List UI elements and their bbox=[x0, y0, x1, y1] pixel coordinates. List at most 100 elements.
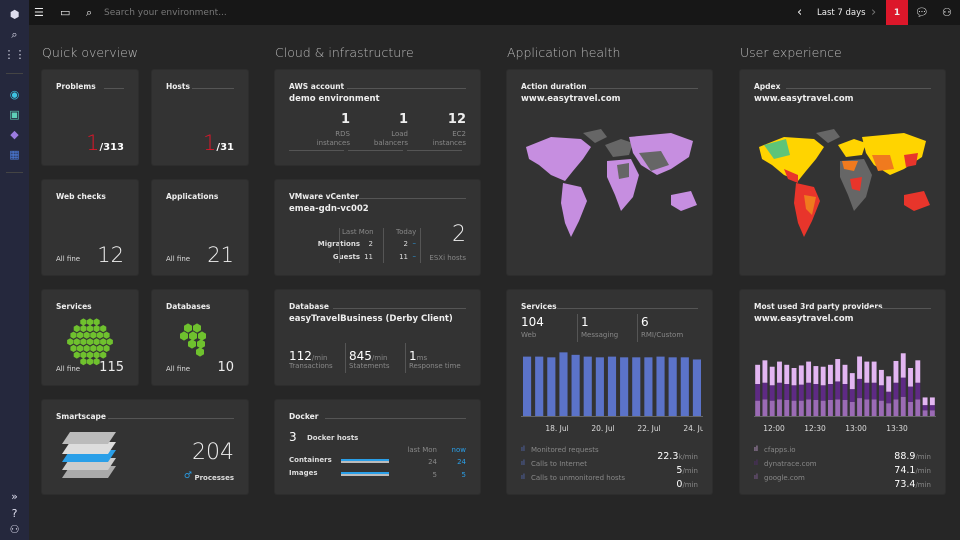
dynatrace-logo-icon[interactable]: ⬢ bbox=[7, 7, 22, 22]
services-chart-tile[interactable]: Services 18. Jul20. Jul22. Jul24. Jul 10… bbox=[507, 290, 712, 494]
stacked-bar-segment bbox=[842, 384, 848, 400]
stacked-bar-segment bbox=[864, 399, 870, 416]
service-bar bbox=[680, 357, 689, 416]
status-text: All fine bbox=[166, 365, 191, 373]
esxi-hosts-label: ESXi hosts bbox=[429, 254, 466, 262]
problems-badge[interactable]: 1 bbox=[886, 0, 908, 25]
stacked-bar-segment bbox=[900, 353, 906, 378]
aws-stat-value: 12 bbox=[447, 112, 466, 127]
services-count: 115 bbox=[99, 360, 124, 375]
stacked-bar-segment bbox=[755, 384, 761, 401]
migrations-today: 2 bbox=[403, 240, 408, 248]
smartscape-layers-icon bbox=[62, 432, 116, 478]
service-bar bbox=[547, 357, 556, 416]
legend-chart-icon: ıl bbox=[521, 459, 525, 467]
metric-label: Monitored requests bbox=[531, 446, 599, 454]
service-stat-label: RMI/Custom bbox=[641, 331, 684, 339]
services-tile[interactable]: Services All fine 115 bbox=[42, 290, 138, 385]
dashboard-icon[interactable]: ▦ bbox=[7, 147, 22, 162]
stacked-bar-segment bbox=[791, 385, 797, 401]
search-input[interactable] bbox=[104, 5, 404, 20]
search-icon[interactable]: ⌕ bbox=[7, 27, 22, 42]
divider bbox=[6, 172, 23, 173]
aws-stat-value: 1 bbox=[340, 112, 350, 127]
stacked-bar-segment bbox=[908, 386, 913, 402]
col-last-mon: last Mon bbox=[407, 446, 437, 454]
stacked-bar-segment bbox=[798, 365, 804, 385]
tile-title: Services bbox=[56, 302, 92, 311]
applications-count: 21 bbox=[207, 243, 234, 267]
db-stat-unit: /min bbox=[311, 354, 328, 362]
x-tick-label: 20. Jul bbox=[591, 424, 614, 433]
stacked-bar-segment bbox=[762, 382, 768, 400]
stacked-bar-segment bbox=[915, 360, 921, 383]
apdex-tile[interactable]: Apdex www.easytravel.com bbox=[740, 70, 945, 275]
stacked-bar-segment bbox=[813, 400, 819, 416]
vcenter-name: emea-gdn-vc002 bbox=[289, 204, 369, 214]
infrastructure-icon[interactable]: ◉ bbox=[7, 87, 22, 102]
problems-tile[interactable]: Problems 1/313 bbox=[42, 70, 138, 165]
user-icon[interactable]: ⚇ bbox=[942, 0, 952, 25]
db-stat-value: 1 bbox=[409, 349, 417, 363]
services-cube-icon[interactable]: ◆ bbox=[7, 127, 22, 142]
monitor-icon[interactable]: ▭ bbox=[60, 0, 70, 25]
stacked-bar-segment bbox=[842, 364, 848, 384]
hosts-tile[interactable]: Hosts 1/31 bbox=[152, 70, 248, 165]
legend-chart-icon: ıl bbox=[754, 459, 758, 467]
processes-label: Processes bbox=[194, 474, 234, 482]
stacked-bar-segment bbox=[849, 389, 855, 402]
chat-icon[interactable]: 💬︎ bbox=[915, 0, 929, 25]
stacked-bar-segment bbox=[835, 399, 841, 416]
divider bbox=[577, 314, 578, 342]
stacked-bar-segment bbox=[922, 410, 928, 416]
site-name: www.easytravel.com bbox=[754, 94, 854, 104]
containers-bar bbox=[341, 459, 389, 463]
divider bbox=[345, 343, 346, 373]
stacked-bar-segment bbox=[835, 381, 841, 400]
aws-stat-value: 1 bbox=[398, 112, 408, 127]
process-icon: ♂ bbox=[183, 471, 192, 481]
site-name: www.easytravel.com bbox=[521, 94, 621, 104]
service-bar bbox=[559, 352, 568, 416]
action-duration-tile[interactable]: Action duration www.easytravel.com bbox=[507, 70, 712, 275]
stacked-bar-segment bbox=[820, 366, 826, 386]
next-timeframe-button[interactable]: › bbox=[871, 0, 876, 25]
applications-tile[interactable]: Applications All fine 21 bbox=[152, 180, 248, 275]
applications-icon[interactable]: ▣ bbox=[7, 107, 22, 122]
user-icon[interactable]: ⚇ bbox=[7, 522, 22, 537]
service-bar bbox=[523, 356, 532, 416]
timeframe-selector[interactable]: Last 7 days bbox=[817, 0, 866, 25]
service-stat-value: 1 bbox=[581, 315, 589, 329]
aws-stat-label: Load bbox=[391, 130, 408, 138]
apps-grid-icon[interactable]: ⋮⋮ bbox=[4, 47, 26, 62]
databases-tile[interactable]: Databases All fine 10 bbox=[152, 290, 248, 385]
containers-label: Containers bbox=[289, 456, 332, 464]
stacked-bar-segment bbox=[777, 382, 782, 400]
web-checks-tile[interactable]: Web checks All fine 12 bbox=[42, 180, 138, 275]
x-tick-label: 22. Jul bbox=[637, 424, 660, 433]
site-name: www.easytravel.com bbox=[754, 314, 854, 324]
service-bar bbox=[656, 356, 665, 416]
expand-icon[interactable]: » bbox=[7, 489, 22, 504]
aws-tile[interactable]: AWS account demo environment 1 RDS instanc… bbox=[275, 70, 480, 165]
col-now: now bbox=[451, 446, 466, 454]
hosts-total: /31 bbox=[216, 142, 234, 153]
divider bbox=[289, 150, 344, 151]
divider bbox=[637, 314, 638, 342]
services-bar-chart: 18. Jul 20. Jul 22. Jul 24. Jul bbox=[521, 352, 703, 433]
smartscape-tile[interactable]: Smartscape 204 Processes ♂ bbox=[42, 400, 248, 494]
service-bar bbox=[668, 357, 677, 416]
sidebar: ⬢ ⌕ ⋮⋮ ◉ ▣ ◆ ▦ » ? ⚇ bbox=[0, 0, 29, 540]
docker-tile[interactable]: Docker 3 Docker hosts last Mon now Conta… bbox=[275, 400, 480, 494]
databases-honeycomb-icon bbox=[180, 323, 206, 357]
stacked-bar-segment bbox=[878, 400, 884, 416]
help-icon[interactable]: ? bbox=[7, 506, 22, 521]
vmware-tile[interactable]: VMware vCenter emea-gdn-vc002 Last Mon T… bbox=[275, 180, 480, 275]
tile-title: Apdex bbox=[754, 82, 781, 91]
stacked-bar-segment bbox=[929, 410, 935, 416]
third-party-tile[interactable]: Most used 3rd party providers www.easytr… bbox=[740, 290, 945, 494]
stacked-bar-segment bbox=[813, 366, 819, 384]
previous-timeframe-button[interactable]: ‹ bbox=[797, 0, 802, 25]
database-tile[interactable]: Database easyTravelBusiness (Derby Clien… bbox=[275, 290, 480, 385]
menu-icon[interactable]: ☰ bbox=[34, 0, 44, 25]
